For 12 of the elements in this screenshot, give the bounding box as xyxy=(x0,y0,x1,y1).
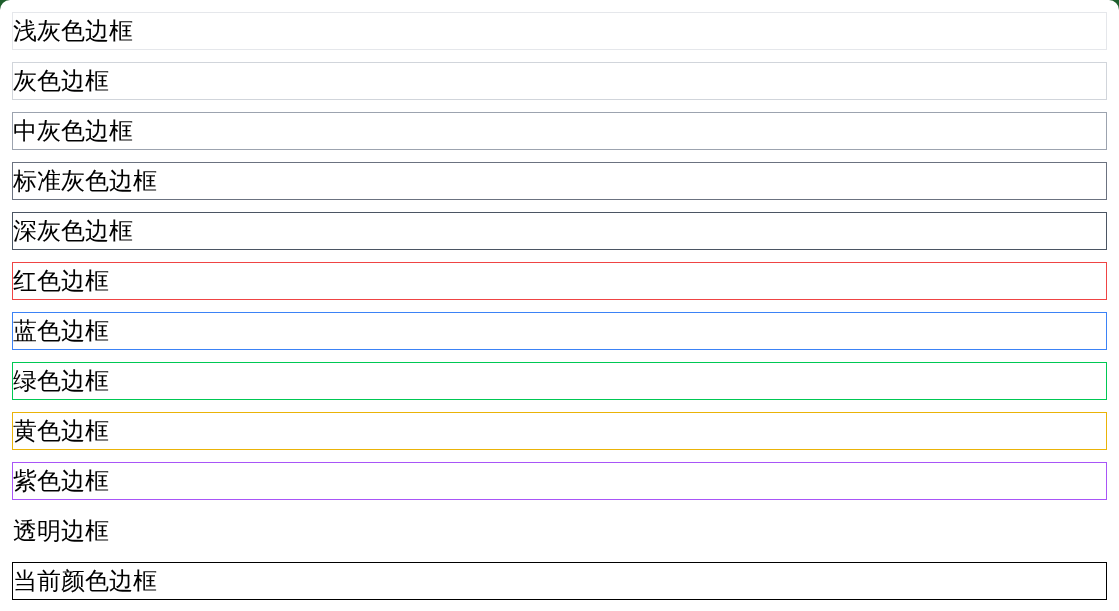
bordered-sample: 绿色边框 xyxy=(12,362,1107,400)
bordered-sample: 标准灰色边框 xyxy=(12,162,1107,200)
bordered-sample: 蓝色边框 xyxy=(12,312,1107,350)
bordered-sample: 黄色边框 xyxy=(12,412,1107,450)
bordered-sample: 红色边框 xyxy=(12,262,1107,300)
bordered-sample: 深灰色边框 xyxy=(12,212,1107,250)
bordered-sample: 中灰色边框 xyxy=(12,112,1107,150)
bordered-sample: 当前颜色边框 xyxy=(12,562,1107,600)
bordered-sample: 紫色边框 xyxy=(12,462,1107,500)
bordered-sample: 浅灰色边框 xyxy=(12,12,1107,50)
borderless-sample: 透明边框 xyxy=(12,516,110,547)
bordered-sample: 灰色边框 xyxy=(12,62,1107,100)
